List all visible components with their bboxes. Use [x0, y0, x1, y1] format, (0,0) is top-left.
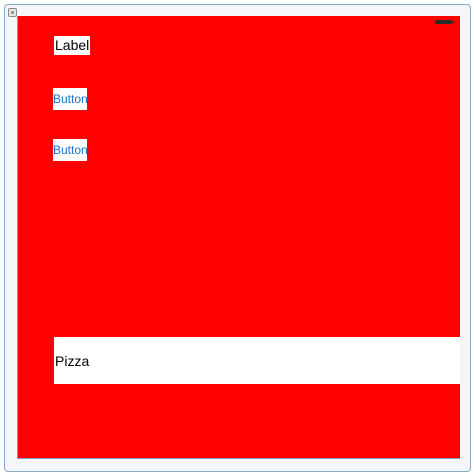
pizza-text-field[interactable]	[54, 337, 460, 384]
battery-icon	[435, 20, 454, 24]
root-view	[17, 16, 460, 459]
close-icon[interactable]	[8, 8, 17, 17]
button-2[interactable]: Button	[53, 139, 88, 161]
button-1[interactable]: Button	[53, 88, 88, 110]
static-label: Label	[54, 36, 91, 55]
